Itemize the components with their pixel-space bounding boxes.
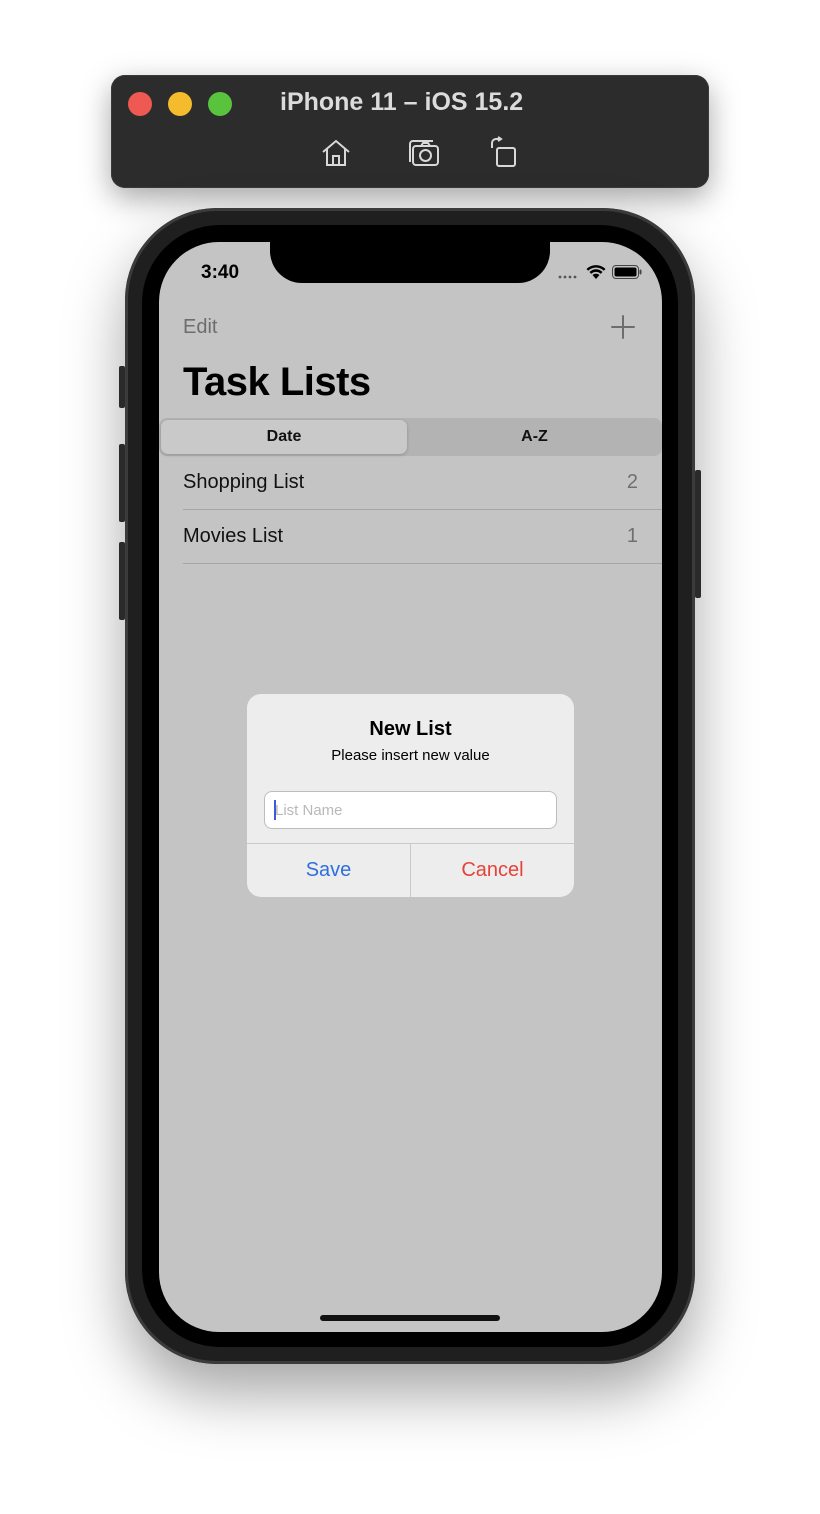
list-item[interactable]: Movies List 1 [183,510,662,564]
segment-date[interactable]: Date [161,420,407,454]
list-item-count: 1 [626,525,638,547]
minimize-window-button[interactable] [168,92,192,116]
notch [270,242,550,283]
text-cursor [274,800,276,820]
plus-icon[interactable] [610,314,636,340]
battery-icon [612,265,642,284]
volume-up-button [119,444,125,522]
power-button [695,470,701,598]
edit-button[interactable]: Edit [183,316,217,339]
save-button[interactable]: Save [247,844,410,897]
new-list-alert: New List Please insert new value Save Ca… [247,694,574,897]
mute-switch [119,366,125,408]
segment-a-z[interactable]: A-Z [409,420,660,454]
list-name-input[interactable] [264,791,557,829]
cancel-button[interactable]: Cancel [411,844,574,897]
screenshot-icon[interactable] [407,136,441,170]
wifi-icon [586,264,606,285]
list-item[interactable]: Shopping List 2 [183,456,662,510]
list-item-name: Movies List [183,525,284,547]
list-item-count: 2 [626,471,638,493]
list-item-name: Shopping List [183,471,305,493]
cellular-icon [558,266,580,284]
simulator-title: iPhone 11 – iOS 15.2 [280,88,524,116]
sort-segmented-control: Date A-Z [159,418,662,456]
home-icon[interactable] [319,136,353,170]
home-indicator[interactable] [320,1315,500,1321]
close-window-button[interactable] [128,92,152,116]
rotate-icon[interactable] [488,136,522,170]
status-icons [558,264,642,285]
volume-down-button [119,542,125,620]
page-title: Task Lists [183,360,371,404]
status-time: 3:40 [201,262,240,283]
alert-message: Please insert new value [331,747,490,764]
alert-title: New List [369,718,452,740]
zoom-window-button[interactable] [208,92,232,116]
